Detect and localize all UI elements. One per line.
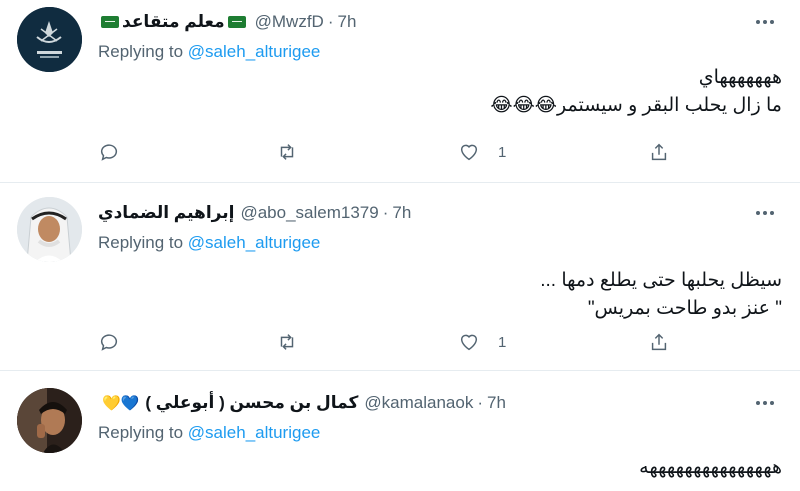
tweet-text-line: " عنز بدو طاحت بمريس" <box>587 298 782 319</box>
display-name[interactable]: إبراهيم الضمادي <box>98 203 234 223</box>
timestamp[interactable]: 7h <box>392 203 411 223</box>
tweet-text: هههههههاي ما زال يحلب البقر و سيستمر😂😂😂 <box>102 64 782 120</box>
tweet-actions: 1 <box>98 327 688 357</box>
timestamp[interactable]: 7h <box>338 12 357 32</box>
timestamp[interactable]: 7h <box>487 393 506 413</box>
tweet[interactable]: إبراهيم الضمادي @abo_salem1379 · 7h Repl… <box>0 183 800 371</box>
heart-icon <box>460 144 478 161</box>
user-handle[interactable]: @abo_salem1379 <box>240 203 378 223</box>
separator-dot: · <box>327 12 334 31</box>
like-count: 1 <box>498 333 507 351</box>
mention-link[interactable]: @saleh_alturigee <box>188 423 321 442</box>
saudi-flag-icon <box>227 16 246 28</box>
tweet-actions: 1 <box>98 137 688 167</box>
share-icon <box>651 333 667 351</box>
more-icon <box>756 401 760 405</box>
user-handle[interactable]: @MwzfD <box>255 12 324 32</box>
tweet-text-line: سيظل يحلبها حتى يطلع دمها ... <box>540 270 782 291</box>
mention-link[interactable]: @saleh_alturigee <box>188 233 321 252</box>
like-button[interactable]: 1 <box>458 137 506 167</box>
reply-button[interactable] <box>98 137 120 167</box>
retweet-icon <box>280 334 294 350</box>
tweet[interactable]: 💛💙 كمال بن محسن ( أبوعلي ) @kamalanaok ·… <box>0 371 800 491</box>
avatar[interactable] <box>17 197 82 262</box>
reply-icon <box>100 144 117 161</box>
tweet-text-line: ما زال يحلب البقر و سيستمر😂😂😂 <box>490 95 782 116</box>
share-icon <box>651 143 667 161</box>
tweet-text: سيظل يحلبها حتى يطلع دمها ... " عنز بدو … <box>102 267 782 323</box>
replying-to: Replying to @saleh_alturigee <box>98 233 321 252</box>
more-options-button[interactable] <box>754 393 776 413</box>
avatar[interactable] <box>17 388 82 453</box>
display-name[interactable]: معلم متقاعد <box>122 12 225 32</box>
retweet-icon <box>280 144 294 160</box>
tweet-header: 💛💙 كمال بن محسن ( أبوعلي ) @kamalanaok ·… <box>98 391 506 415</box>
reply-icon <box>100 334 117 351</box>
like-count: 1 <box>498 143 507 161</box>
reply-button[interactable] <box>98 327 120 357</box>
mention-link[interactable]: @saleh_alturigee <box>188 42 321 61</box>
heart-emojis: 💛💙 <box>102 395 140 412</box>
more-options-button[interactable] <box>754 12 776 32</box>
tweet-header: معلم متقاعد @MwzfD · 7h <box>98 10 356 34</box>
tweet[interactable]: معلم متقاعد @MwzfD · 7h Replying to @sal… <box>0 0 800 183</box>
saudi-flag-icon <box>101 16 119 28</box>
replying-to: Replying to @saleh_alturigee <box>98 42 321 61</box>
more-icon <box>756 211 760 215</box>
share-button[interactable] <box>648 137 670 167</box>
avatar[interactable] <box>17 7 82 72</box>
tweet-text-line: هههههههاي <box>698 67 782 88</box>
tweet-header: إبراهيم الضمادي @abo_salem1379 · 7h <box>98 201 411 225</box>
retweet-button[interactable] <box>276 137 298 167</box>
replying-to: Replying to @saleh_alturigee <box>98 423 321 442</box>
separator-dot: · <box>382 203 389 222</box>
more-icon <box>756 20 760 24</box>
display-name[interactable]: كمال بن محسن ( أبوعلي ) <box>145 393 358 413</box>
separator-dot: · <box>477 393 483 412</box>
more-options-button[interactable] <box>754 203 776 223</box>
user-handle[interactable]: @kamalanaok <box>364 393 473 413</box>
like-button[interactable]: 1 <box>458 327 506 357</box>
heart-icon <box>460 334 478 351</box>
tweet-text: هههههههههههههههه <box>102 454 782 482</box>
retweet-button[interactable] <box>276 327 298 357</box>
share-button[interactable] <box>648 327 670 357</box>
tweet-text-line: هههههههههههههههه <box>639 457 782 478</box>
